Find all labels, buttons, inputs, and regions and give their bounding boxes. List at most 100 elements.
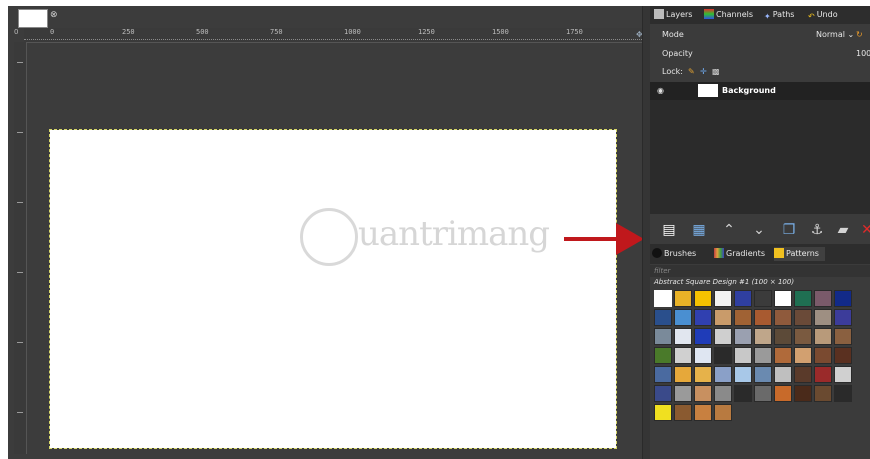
vertical-ruler[interactable] <box>14 42 27 454</box>
pattern-swatch[interactable] <box>734 385 752 402</box>
pattern-swatch[interactable] <box>674 328 692 345</box>
anchor-layer-icon[interactable]: ⚓ <box>808 221 826 239</box>
lock-pixels-icon[interactable]: ✎ <box>688 63 695 81</box>
pattern-swatch[interactable] <box>694 366 712 383</box>
pattern-swatch[interactable] <box>674 290 692 307</box>
pattern-swatch[interactable] <box>834 328 852 345</box>
lock-alpha-icon[interactable]: ▩ <box>712 63 720 81</box>
pattern-swatch[interactable] <box>774 347 792 364</box>
pattern-swatch[interactable] <box>694 347 712 364</box>
pattern-swatch[interactable] <box>674 385 692 402</box>
pattern-swatch[interactable] <box>814 309 832 326</box>
pattern-swatch[interactable] <box>734 366 752 383</box>
pattern-swatch[interactable] <box>774 309 792 326</box>
image-tab-thumbnail[interactable] <box>18 9 48 28</box>
close-tab-icon[interactable]: ⊗ <box>50 10 58 20</box>
pattern-swatch[interactable] <box>814 290 832 307</box>
tab-layers-label: Layers <box>666 10 693 19</box>
pattern-swatch[interactable] <box>794 385 812 402</box>
pattern-swatch[interactable] <box>834 290 852 307</box>
pattern-swatch[interactable] <box>834 366 852 383</box>
pattern-swatch[interactable] <box>694 385 712 402</box>
pattern-swatch[interactable] <box>754 385 772 402</box>
pattern-swatch[interactable] <box>714 309 732 326</box>
pattern-swatch[interactable] <box>734 328 752 345</box>
pattern-swatch[interactable] <box>754 366 772 383</box>
new-layer-icon[interactable]: ▤ <box>660 221 678 239</box>
tab-paths[interactable]: ✦ Paths <box>764 8 794 22</box>
pattern-swatch[interactable] <box>674 347 692 364</box>
raise-layer-icon[interactable]: ⌃ <box>720 221 738 239</box>
pattern-swatch[interactable] <box>814 328 832 345</box>
pattern-swatch[interactable] <box>654 385 672 402</box>
mask-icon[interactable]: ▰ <box>834 221 852 239</box>
delete-layer-icon[interactable]: ✕ <box>858 221 870 239</box>
pattern-swatch[interactable] <box>714 366 732 383</box>
dock-tab-bar: Layers Channels ✦ Paths ↶ Undo <box>650 6 870 24</box>
pattern-swatch[interactable] <box>834 309 852 326</box>
reset-mode-icon[interactable]: ↻ <box>856 26 863 44</box>
pattern-swatch[interactable] <box>754 309 772 326</box>
pattern-swatch[interactable] <box>774 366 792 383</box>
pattern-swatch[interactable] <box>834 347 852 364</box>
pattern-swatch[interactable] <box>774 328 792 345</box>
image-canvas[interactable] <box>49 129 617 449</box>
lock-position-icon[interactable]: ✛ <box>700 63 707 81</box>
tab-patterns[interactable]: Patterns <box>774 247 825 261</box>
pattern-filter-input[interactable]: filter <box>650 265 870 277</box>
pattern-swatch[interactable] <box>714 385 732 402</box>
pattern-swatch[interactable] <box>694 404 712 421</box>
new-layer-group-icon[interactable]: ▦ <box>690 221 708 239</box>
lower-layer-icon[interactable]: ⌄ <box>750 221 768 239</box>
pattern-swatch[interactable] <box>654 366 672 383</box>
pattern-swatch[interactable] <box>794 328 812 345</box>
pattern-swatch[interactable] <box>714 404 732 421</box>
ruler-tick-1000: 1000 <box>344 28 361 36</box>
tab-gradients[interactable]: Gradients <box>714 247 765 261</box>
pattern-swatch[interactable] <box>674 309 692 326</box>
opacity-value[interactable]: 100.0 <box>856 45 870 63</box>
opacity-row[interactable]: Opacity 100.0 <box>650 45 870 63</box>
pattern-swatch[interactable] <box>814 347 832 364</box>
pattern-swatch[interactable] <box>714 347 732 364</box>
pattern-swatch[interactable] <box>754 328 772 345</box>
pattern-swatch[interactable] <box>694 328 712 345</box>
tab-channels[interactable]: Channels <box>704 8 753 22</box>
pattern-swatch[interactable] <box>774 385 792 402</box>
layers-list[interactable]: ◉ Background <box>650 82 870 214</box>
pattern-swatch[interactable] <box>674 366 692 383</box>
mode-dropdown[interactable]: Normal ⌄ <box>816 26 854 44</box>
right-dock: Layers Channels ✦ Paths ↶ Undo Mode Normal… <box>650 6 870 459</box>
ruler-corner[interactable]: 0 <box>14 28 24 42</box>
pattern-swatch[interactable] <box>794 290 812 307</box>
pattern-swatch[interactable] <box>814 385 832 402</box>
pattern-swatch[interactable] <box>654 309 672 326</box>
tab-brushes[interactable]: Brushes <box>652 247 696 261</box>
pattern-swatch[interactable] <box>774 290 792 307</box>
pattern-swatch[interactable] <box>794 309 812 326</box>
pattern-swatch[interactable] <box>694 309 712 326</box>
pattern-swatch[interactable] <box>674 404 692 421</box>
pattern-swatch[interactable] <box>754 290 772 307</box>
tab-layers[interactable]: Layers <box>654 8 692 22</box>
pattern-swatch[interactable] <box>794 347 812 364</box>
pattern-swatch[interactable] <box>814 366 832 383</box>
tab-undo[interactable]: ↶ Undo <box>808 8 838 22</box>
pattern-swatch[interactable] <box>654 347 672 364</box>
pattern-swatch[interactable] <box>754 347 772 364</box>
pattern-swatch[interactable] <box>734 347 752 364</box>
pattern-swatch[interactable] <box>734 309 752 326</box>
pattern-swatch[interactable] <box>734 290 752 307</box>
horizontal-ruler[interactable]: 0 250 500 750 1000 1250 1500 1750 <box>24 28 646 43</box>
duplicate-layer-icon[interactable]: ❐ <box>780 221 798 239</box>
pattern-swatch[interactable] <box>794 366 812 383</box>
pattern-swatch[interactable] <box>694 290 712 307</box>
pattern-swatch[interactable] <box>654 328 672 345</box>
pattern-swatch[interactable] <box>714 328 732 345</box>
pattern-swatch[interactable] <box>654 290 672 307</box>
layer-row[interactable]: ◉ Background <box>650 82 870 100</box>
pattern-swatch[interactable] <box>654 404 672 421</box>
pattern-swatch[interactable] <box>714 290 732 307</box>
eye-icon[interactable]: ◉ <box>657 86 664 95</box>
pattern-swatch[interactable] <box>834 385 852 402</box>
